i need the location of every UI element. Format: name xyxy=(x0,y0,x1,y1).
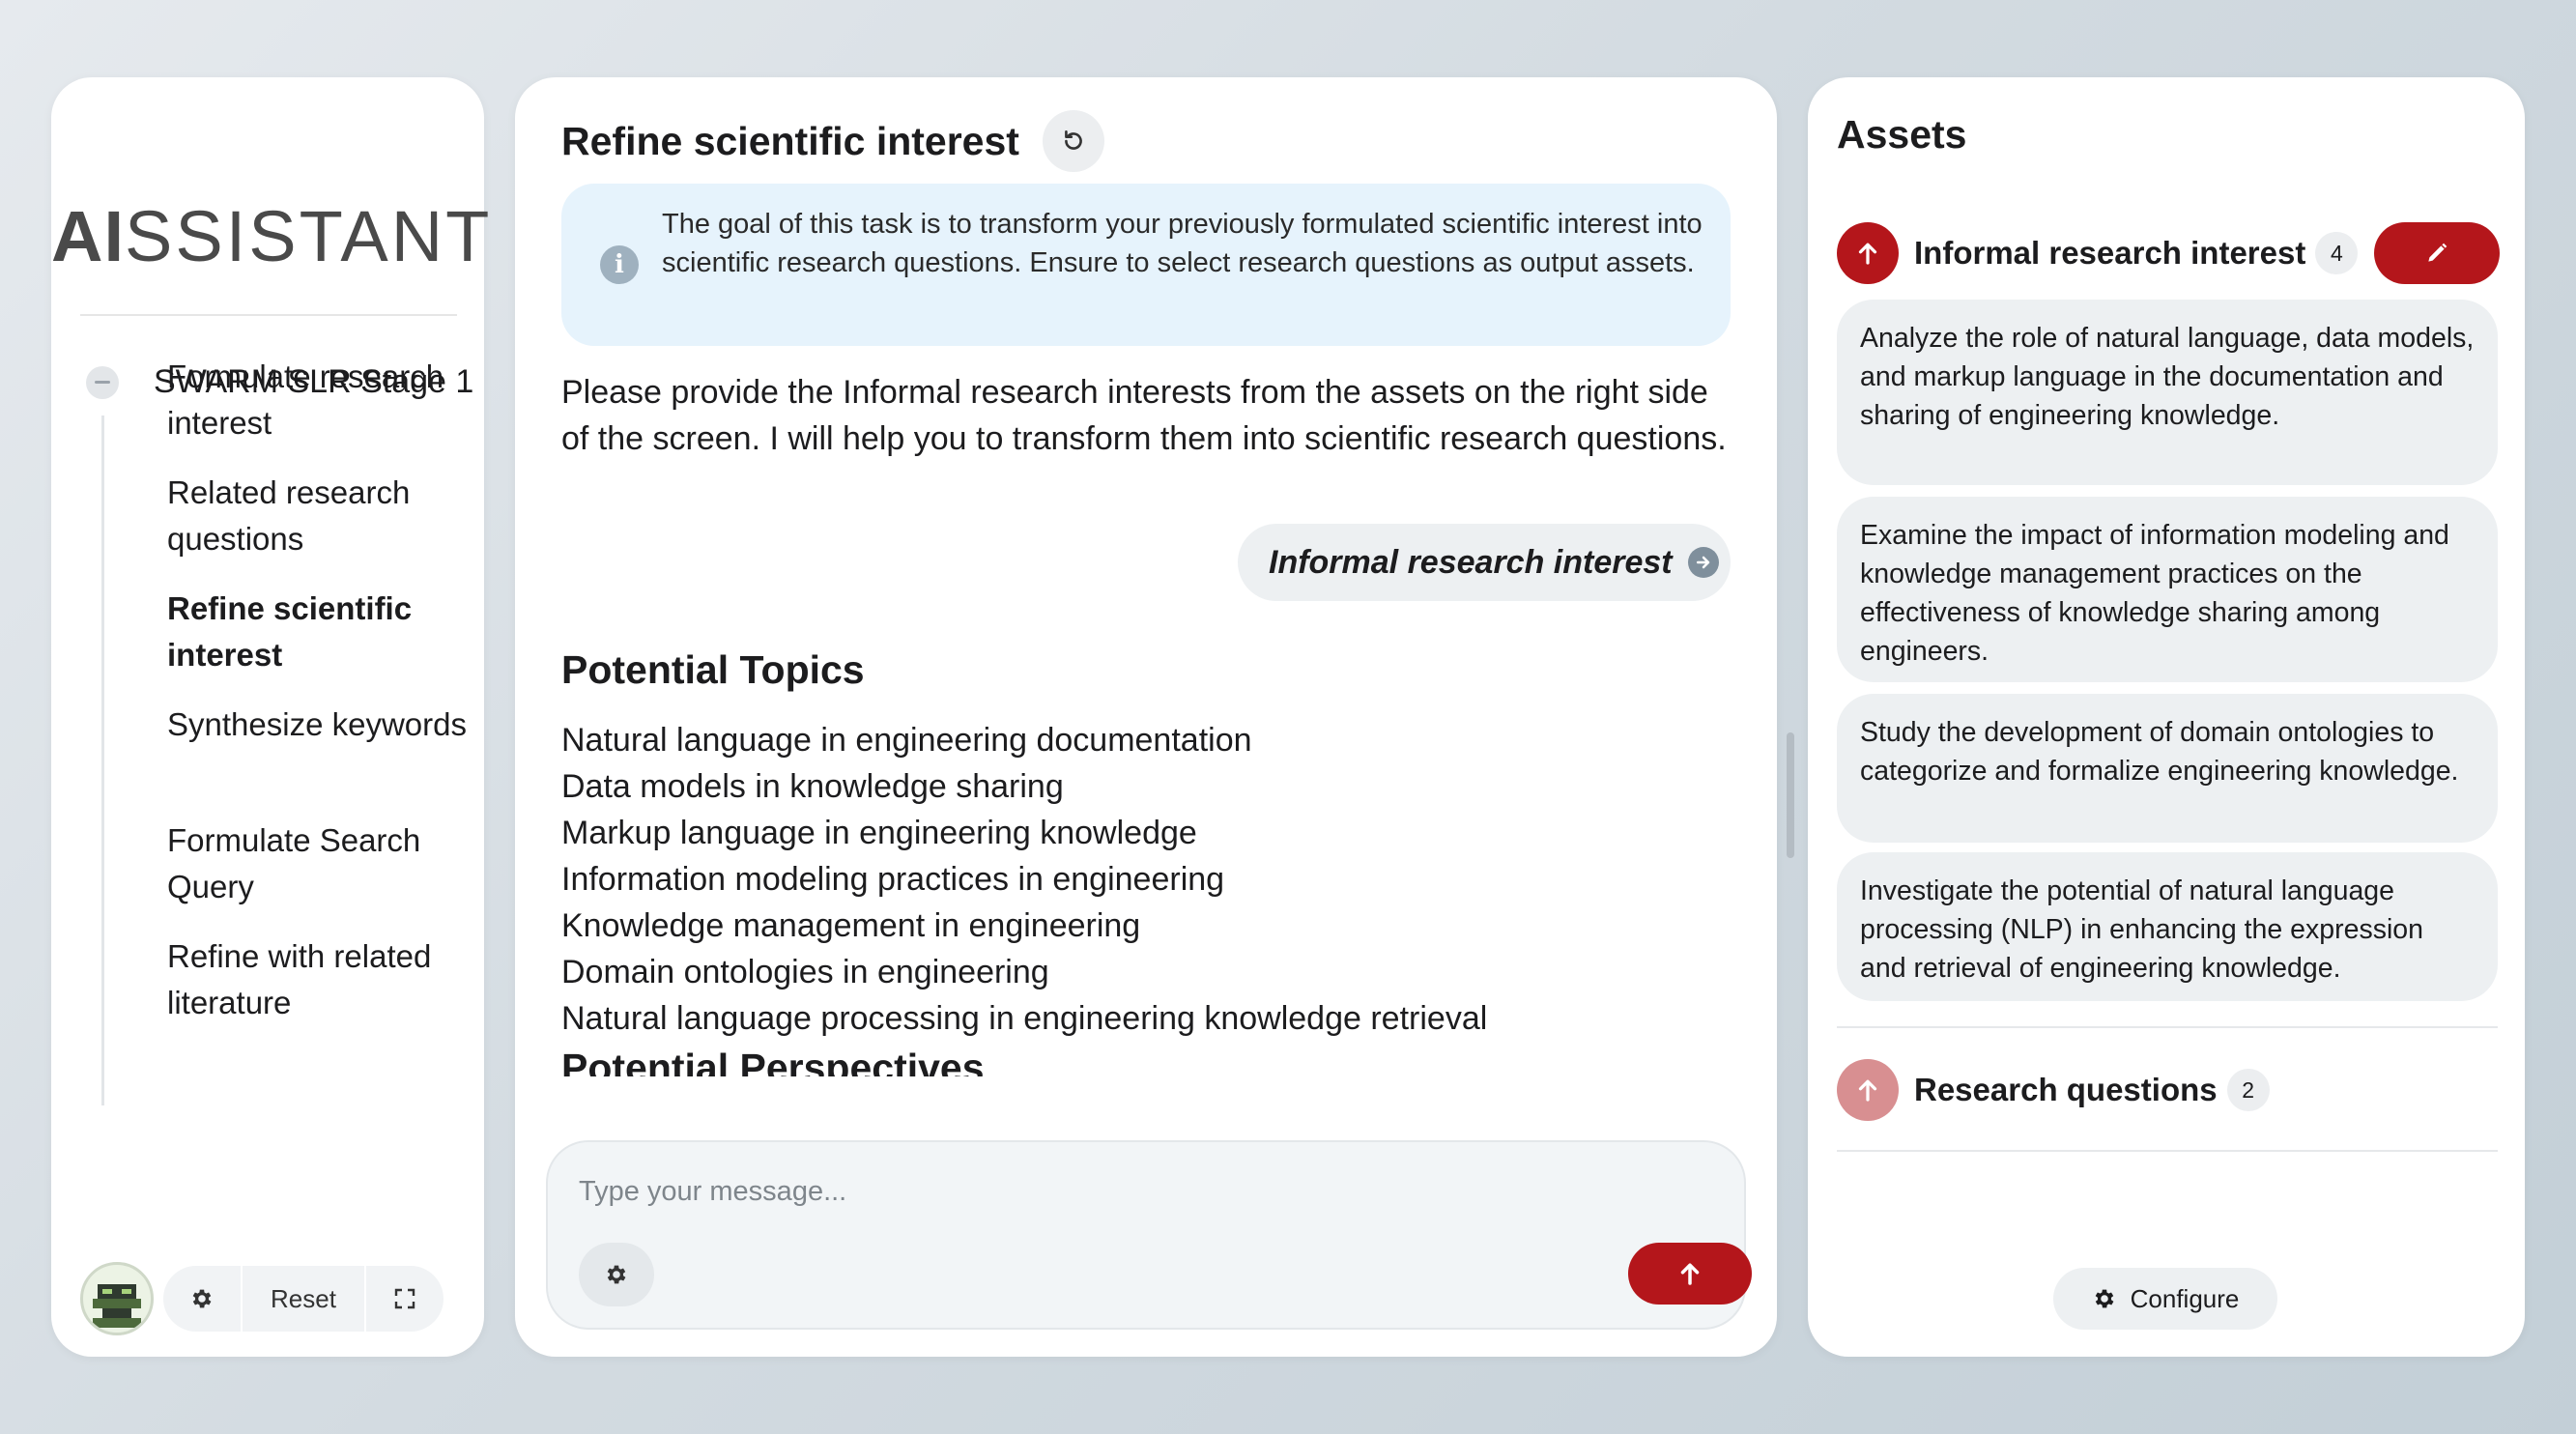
reset-button[interactable]: Reset xyxy=(241,1266,366,1332)
arrow-right-circle-icon xyxy=(1687,547,1719,578)
count-badge: 2 xyxy=(2226,1069,2270,1111)
assets-title: Assets xyxy=(1837,112,1967,157)
list-item: Natural language in engineering document… xyxy=(561,722,1252,759)
edit-button[interactable] xyxy=(2374,222,2500,284)
step-related-research-questions[interactable]: Related research questions xyxy=(167,470,476,562)
info-icon: i xyxy=(600,245,639,284)
info-text: The goal of this task is to transform yo… xyxy=(662,209,1703,278)
message-composer xyxy=(546,1140,1752,1330)
tree-line xyxy=(101,416,104,1105)
asset-card[interactable]: Examine the impact of information modeli… xyxy=(1837,497,2498,682)
composer-settings-button[interactable] xyxy=(579,1243,654,1306)
info-box: i The goal of this task is to transform … xyxy=(561,184,1731,346)
step-formulate-search-query[interactable]: Formulate Search Query xyxy=(167,817,476,910)
fullscreen-button[interactable] xyxy=(366,1266,444,1332)
arrow-up-circle-icon xyxy=(1837,1059,1899,1121)
list-item: Natural language processing in engineeri… xyxy=(561,1000,1488,1037)
asset-chip-label: Informal research interest xyxy=(1269,543,1673,581)
app-logo: AISSISTANT xyxy=(51,196,493,276)
configure-label: Configure xyxy=(2130,1283,2240,1313)
asset-group-research-questions[interactable]: Research questions 2 xyxy=(1837,1059,2270,1121)
step-refine-with-related-literature[interactable]: Refine with related literature xyxy=(167,933,476,1026)
topics-list: Natural language in engineering document… xyxy=(561,717,1721,1042)
gear-icon xyxy=(192,1289,212,1308)
sidebar: AISSISTANT SWARM SLR Stage 1 Formulate r… xyxy=(51,77,493,1357)
gear-icon xyxy=(2095,1289,2114,1308)
list-item: Data models in knowledge sharing xyxy=(561,768,1064,805)
message-input[interactable] xyxy=(579,1167,1700,1216)
arrow-up-icon xyxy=(1680,1263,1700,1285)
list-item: Information modeling practices in engine… xyxy=(561,861,1225,898)
chat-header: Refine scientific interest xyxy=(561,110,1104,172)
avatar[interactable] xyxy=(80,1262,154,1335)
count-badge: 4 xyxy=(2315,232,2359,274)
step-synthesize-keywords[interactable]: Synthesize keywords xyxy=(167,702,476,748)
asset-group-label: Research questions xyxy=(1914,1072,2218,1107)
scrollbar[interactable] xyxy=(1787,732,1794,858)
gear-icon xyxy=(607,1265,626,1284)
configure-button[interactable]: Configure xyxy=(2053,1268,2277,1330)
assets-panel: Assets Informal research interest 4 Anal… xyxy=(1808,77,2525,1357)
chat-panel: Refine scientific interest i The goal of… xyxy=(515,77,1794,1357)
topics-heading: Potential Topics xyxy=(561,647,865,692)
asset-group-informal-research-interest[interactable]: Informal research interest 4 xyxy=(1837,222,2359,284)
expand-icon xyxy=(394,1288,415,1309)
chat-scroll-area[interactable]: Refine scientific interest i The goal of… xyxy=(515,77,1777,1076)
sidebar-toolbar: Reset xyxy=(80,1262,444,1335)
pixel-robot-avatar-icon xyxy=(88,1270,146,1328)
divider xyxy=(1837,1150,2498,1152)
asset-card[interactable]: Investigate the potential of natural lan… xyxy=(1837,852,2498,1001)
asset-card[interactable]: Study the development of domain ontologi… xyxy=(1837,694,2498,843)
asset-group-label: Informal research interest xyxy=(1914,235,2306,271)
list-item: Domain ontologies in engineering xyxy=(561,954,1049,990)
page-title: Refine scientific interest xyxy=(561,118,1019,163)
arrow-up-circle-icon xyxy=(1837,222,1899,284)
step-refine-scientific-interest[interactable]: Refine scientific interest xyxy=(167,586,476,678)
asset-chip-informal-research-interest[interactable]: Informal research interest xyxy=(1238,524,1731,601)
rotate-ccw-icon xyxy=(1065,129,1082,150)
step-formulate-research-interest[interactable]: Formulate research interest xyxy=(167,354,476,446)
tool-group: Reset xyxy=(163,1266,444,1332)
assistant-message: Please provide the Informal research int… xyxy=(561,374,1727,457)
logo-divider xyxy=(80,314,457,316)
list-item: Markup language in engineering knowledge xyxy=(561,815,1197,851)
send-button[interactable] xyxy=(1628,1243,1752,1305)
list-item: Knowledge management in engineering xyxy=(561,907,1141,944)
asset-card[interactable]: Analyze the role of natural language, da… xyxy=(1837,300,2498,485)
divider xyxy=(1837,1026,2498,1028)
restart-button[interactable] xyxy=(1042,110,1104,172)
settings-button[interactable] xyxy=(163,1266,241,1332)
collapse-icon[interactable] xyxy=(86,365,119,399)
perspectives-heading: Potential Perspectives xyxy=(561,1046,985,1076)
pencil-icon xyxy=(2428,243,2447,262)
